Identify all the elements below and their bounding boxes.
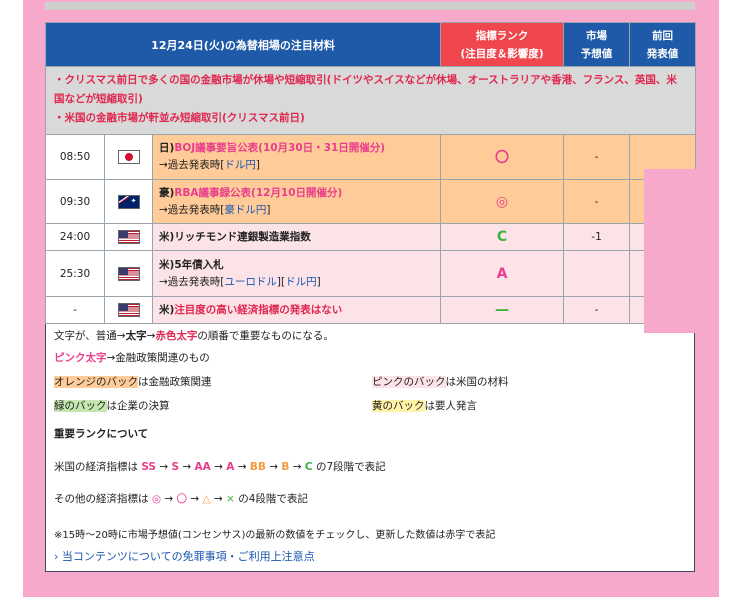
economic-calendar-panel: 12月24日(火)の為替相場の注目材料 指標ランク (注目度＆影響度) 市場 予… — [44, 22, 710, 572]
table-row: 24:00 米)リッチモンド連銀製造業指数 C -1 4 — [45, 223, 697, 251]
event-time: 25:30 — [45, 250, 105, 297]
table-row: 08:50 日)BOJ議事要旨公表(10月30日・31日開催分) →過去発表時[… — [45, 134, 697, 180]
legend-text-policy: ピンク太字→金融政策関連のもの — [54, 352, 210, 364]
table-row: 25:30 米)5年債入札 →過去発表時[ユーロドル][ドル円] A — [45, 250, 697, 297]
event-title: 5年債入札 — [174, 258, 224, 271]
event-time: 08:50 — [45, 134, 105, 180]
forecast-value: -1 — [563, 223, 631, 251]
forecast-value — [563, 250, 631, 297]
event-title: リッチモンド連銀製造業指数 — [174, 230, 311, 243]
event-cell: 米)注目度の高い経済指標の発表はない — [151, 296, 442, 324]
event-title: RBA議事録公表(12月10日開催分) — [174, 186, 343, 199]
pink-overlay — [644, 169, 710, 333]
legend-text-importance: 文字が、普通→太字→赤色太字の順番で重要なものになる。 — [54, 330, 334, 342]
event-title: 注目度の高い経済指標の発表はない — [174, 303, 343, 316]
australia-flag-icon — [117, 194, 140, 209]
japan-flag-icon — [117, 150, 140, 164]
table-row: - 米)注目度の高い経済指標の発表はない — - - — [45, 296, 697, 324]
legend-green: 緑のバックは企業の決算 — [54, 400, 170, 412]
calendar-title: 12月24日(火)の為替相場の注目材料 — [44, 22, 442, 67]
other-rank-scale: その他の経済指標は ◎ → 〇 → △ → × の4段階で表記 — [54, 493, 308, 505]
legend-yellow: 黄のバックは要人発言 — [372, 400, 477, 412]
event-cell: 日)BOJ議事要旨公表(10月30日・31日開催分) →過去発表時[ドル円] — [151, 134, 442, 180]
note-item: ・米国の金融市場が軒並み短縮取引(クリスマス前日) — [54, 112, 305, 124]
forecast-value: - — [563, 179, 631, 224]
rank-column-header: 指標ランク (注目度＆影響度) — [440, 22, 565, 67]
calendar-table: 12月24日(火)の為替相場の注目材料 指標ランク (注目度＆影響度) 市場 予… — [44, 22, 697, 324]
rank-value: C — [440, 223, 565, 251]
consensus-note: ※15時〜20時に市場予想値(コンセンサス)の最新の数値をチェックし、更新した数… — [54, 530, 496, 541]
us-flag-icon — [117, 230, 140, 244]
event-time: 09:30 — [45, 179, 105, 224]
us-flag-icon — [117, 303, 140, 317]
us-rank-scale: 米国の経済指標は SS → S → AA → A → BB → B → C の7… — [54, 461, 386, 473]
pair-link-audjpy[interactable]: 豪ドル円 — [224, 204, 266, 216]
event-cell: 米)リッチモンド連銀製造業指数 — [151, 223, 442, 251]
market-notes: ・クリスマス前日で多くの国の金融市場が休場や短縮取引(ドイツやスイスなどが休場、… — [44, 66, 697, 135]
forecast-column-header: 市場 予想値 — [563, 22, 631, 67]
us-flag-icon — [117, 266, 140, 281]
header-row: 12月24日(火)の為替相場の注目材料 指標ランク (注目度＆影響度) 市場 予… — [44, 22, 697, 67]
event-title: BOJ議事要旨公表(10月30日・31日開催分) — [174, 142, 386, 154]
legend-pink: ピンクのバックは米国の材料 — [372, 376, 509, 388]
rank-heading: 重要ランクについて — [54, 428, 149, 440]
rank-value: ◎ — [440, 179, 565, 224]
rank-value: — — [440, 296, 565, 324]
event-cell: 米)5年債入札 →過去発表時[ユーロドル][ドル円] — [151, 250, 442, 297]
forecast-value: - — [563, 134, 631, 180]
event-time: 24:00 — [45, 223, 105, 251]
pair-link-usdjpy[interactable]: ドル円 — [285, 276, 317, 288]
pair-link-eurusd[interactable]: ユーロドル — [224, 276, 277, 288]
previous-column-header: 前回 発表値 — [629, 22, 697, 67]
forecast-value: - — [563, 296, 631, 324]
table-row: 09:30 豪)RBA議事録公表(12月10日開催分) →過去発表時[豪ドル円]… — [45, 179, 697, 224]
event-cell: 豪)RBA議事録公表(12月10日開催分) →過去発表時[豪ドル円] — [151, 179, 442, 224]
event-time: - — [45, 296, 105, 324]
rank-value: A — [440, 250, 565, 297]
rank-value: 〇 — [440, 134, 565, 180]
disclaimer-link[interactable]: › 当コンテンツについての免罪事項・ご利用上注意点 — [54, 548, 315, 564]
pair-link-usdjpy[interactable]: ドル円 — [224, 159, 256, 171]
top-divider — [45, 2, 695, 10]
notes-row: ・クリスマス前日で多くの国の金融市場が休場や短縮取引(ドイツやスイスなどが休場、… — [44, 66, 697, 135]
note-item: ・クリスマス前日で多くの国の金融市場が休場や短縮取引(ドイツやスイスなどが休場、… — [54, 74, 677, 105]
legend-orange: オレンジのバックは金融政策関連 — [54, 376, 212, 388]
